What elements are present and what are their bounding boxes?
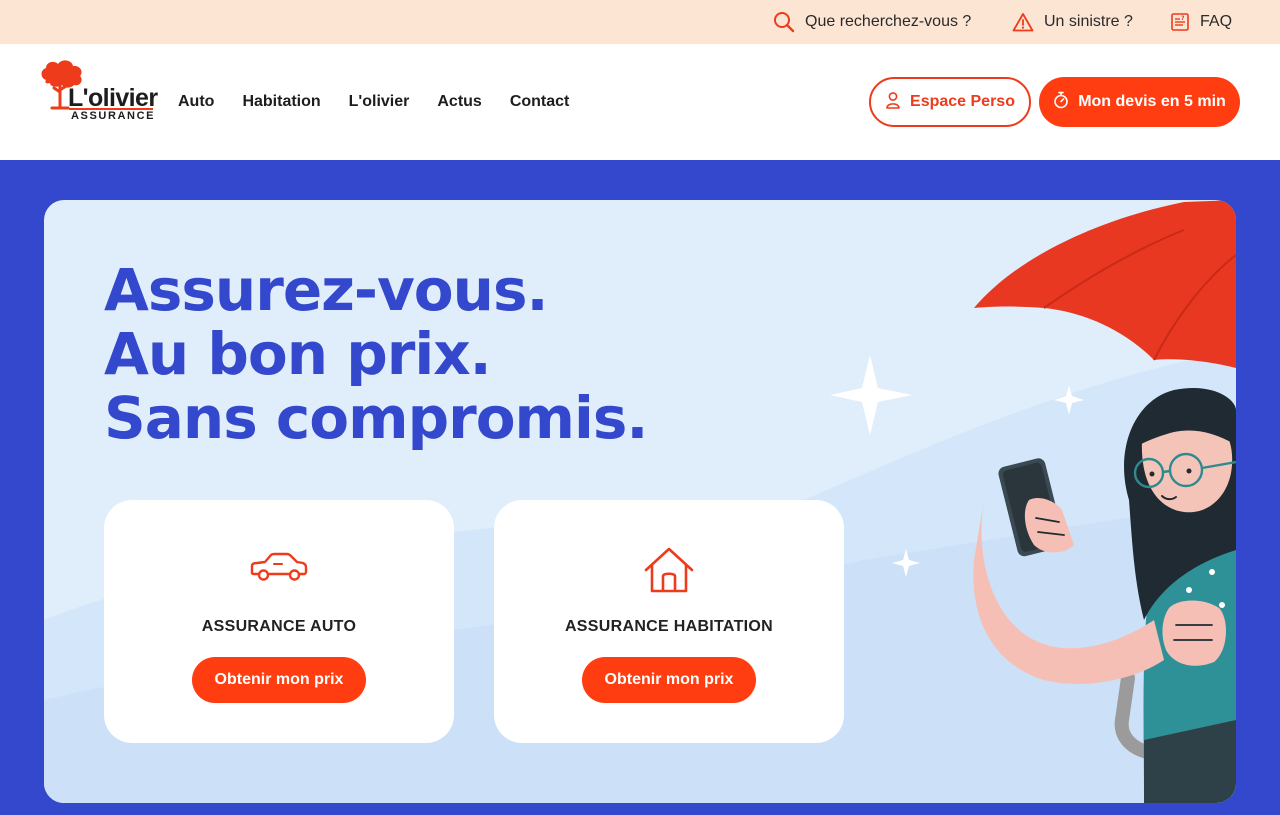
sinistre-link[interactable]: Un sinistre ?	[1012, 0, 1133, 44]
faq-link[interactable]: ? FAQ	[1170, 0, 1232, 44]
logo[interactable]: L'olivier ASSURANCE	[38, 58, 158, 128]
nav-item-actus[interactable]: Actus	[437, 93, 481, 111]
sparkle-icon	[1054, 385, 1084, 415]
hero-section: Assurez-vous. Au bon prix. Sans compromi…	[44, 200, 1236, 803]
main-header: L'olivier ASSURANCE Auto Habitation L'ol…	[0, 44, 1280, 160]
logo-tagline: ASSURANCE	[71, 110, 156, 122]
nav-item-auto[interactable]: Auto	[178, 93, 214, 111]
espace-perso-label: Espace Perso	[910, 93, 1015, 110]
sparkle-icon	[830, 355, 912, 435]
espace-perso-button[interactable]: Espace Perso	[869, 77, 1031, 127]
warning-icon	[1012, 12, 1034, 32]
hero-illustration	[830, 200, 1236, 803]
sparkle-icon	[892, 549, 920, 577]
nav-item-contact[interactable]: Contact	[510, 93, 570, 111]
nav-item-lolivier[interactable]: L'olivier	[349, 93, 410, 111]
sinistre-label: Un sinistre ?	[1044, 13, 1133, 30]
devis-label: Mon devis en 5 min	[1078, 93, 1226, 110]
user-icon	[885, 91, 901, 114]
search-link[interactable]: Que recherchez-vous ?	[773, 0, 971, 44]
main-nav: Auto Habitation L'olivier Actus Contact	[178, 44, 597, 160]
svg-text:?: ?	[1181, 15, 1185, 22]
nav-item-habitation[interactable]: Habitation	[242, 93, 320, 111]
faq-label: FAQ	[1200, 13, 1233, 30]
devis-button[interactable]: Mon devis en 5 min	[1039, 77, 1240, 127]
search-icon	[773, 11, 795, 33]
stopwatch-icon	[1053, 91, 1069, 114]
search-label: Que recherchez-vous ?	[805, 13, 972, 30]
umbrella-icon	[974, 200, 1236, 368]
faq-icon: ?	[1170, 12, 1190, 32]
utility-bar: Que recherchez-vous ? Un sinistre ? ? FA…	[0, 0, 1280, 44]
